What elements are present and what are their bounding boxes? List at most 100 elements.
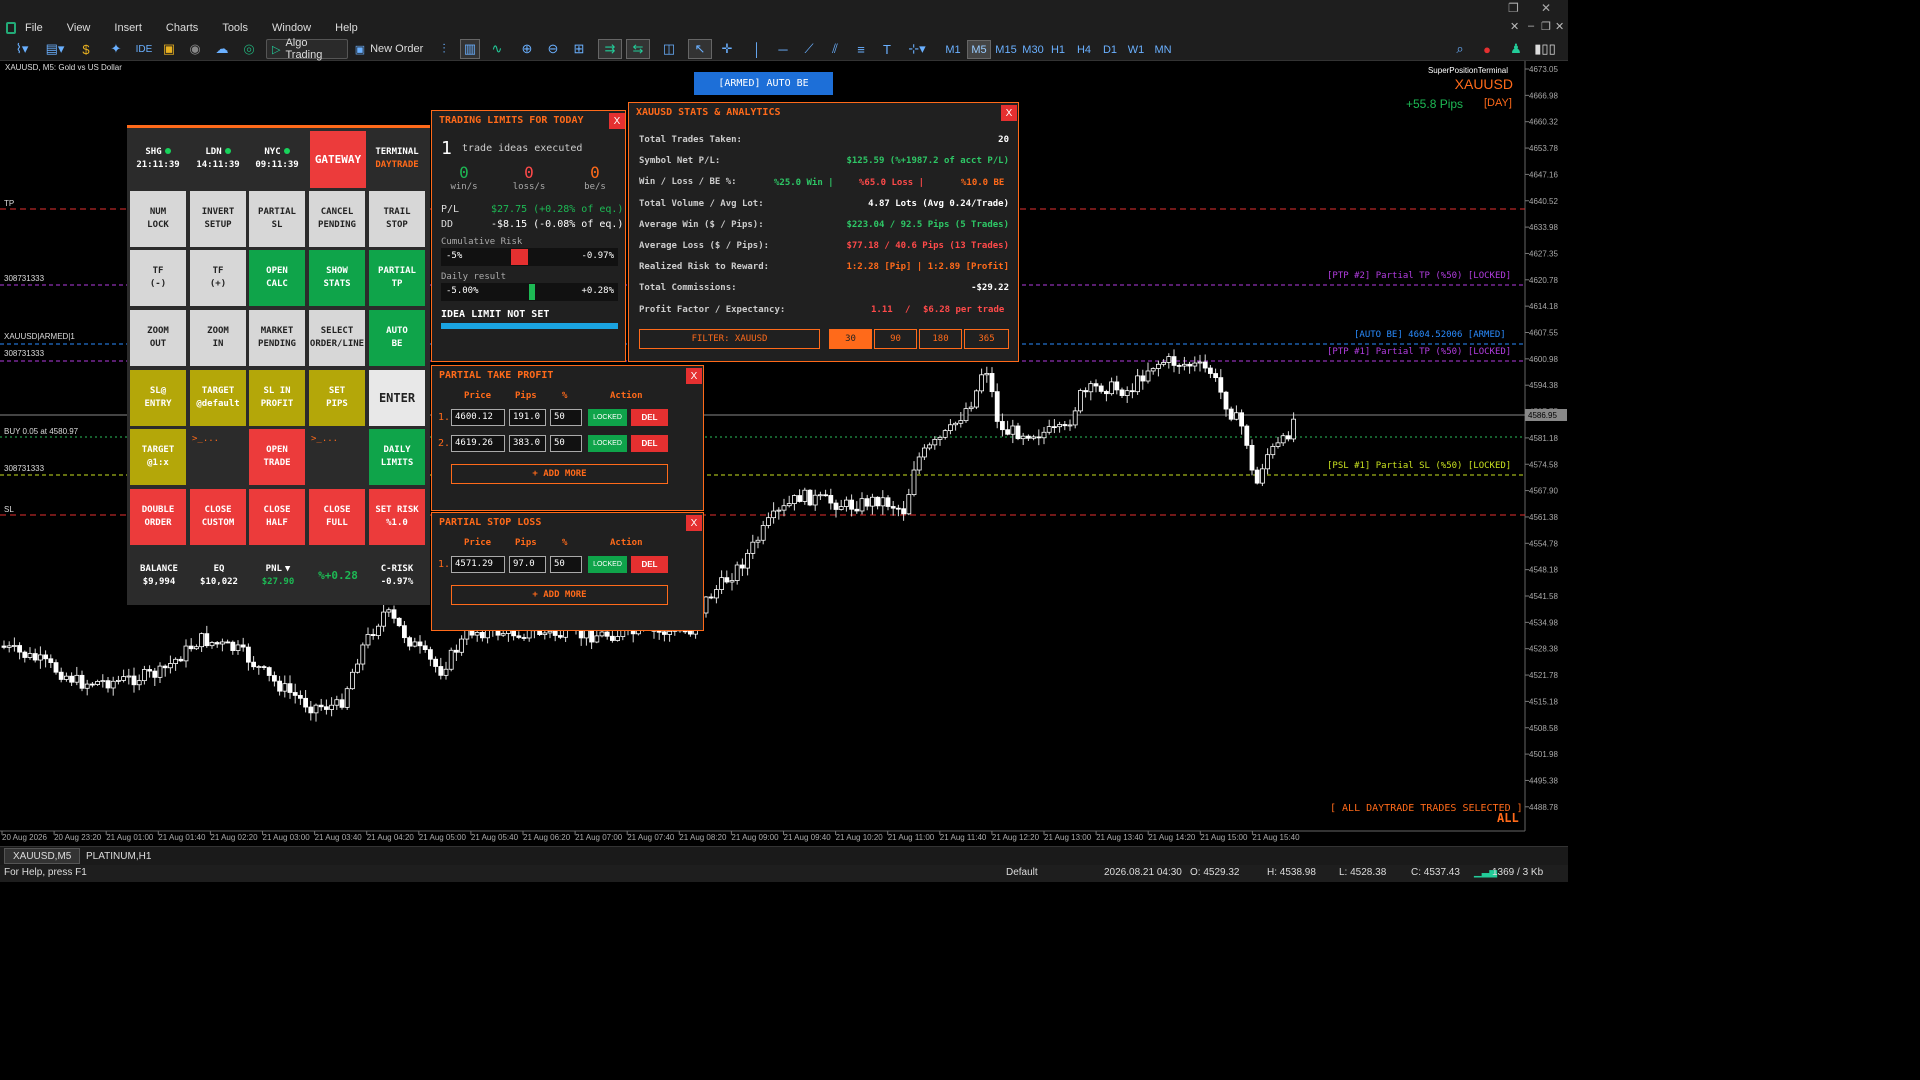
panel-button-zoom-out[interactable]: ZOOM OUT (130, 310, 186, 366)
tab-platinum-h1[interactable]: PLATINUM,H1 (78, 848, 159, 864)
period-180-button[interactable]: 180 (919, 329, 962, 349)
panel-button-close-custom[interactable]: CLOSE CUSTOM (190, 489, 246, 545)
psl-row-1-pips[interactable]: 97.0 (509, 556, 546, 573)
tf-h4[interactable]: H4 (1074, 40, 1094, 59)
tf-d1[interactable]: D1 (1100, 40, 1120, 59)
tf-m5[interactable]: M5 (967, 40, 991, 59)
notifications-icon[interactable]: ● (1478, 39, 1496, 59)
dollar-icon[interactable]: $ (78, 39, 94, 59)
panel-button-target-default[interactable]: TARGET @default (190, 370, 246, 426)
pnl-stat[interactable]: PNL ▼ $27.90 (248, 563, 308, 589)
ptp-row-2-price[interactable]: 4619.26 (451, 435, 505, 452)
text-icon[interactable]: T (878, 39, 896, 59)
panel-button-target-1-x[interactable]: TARGET @1:x (130, 429, 186, 485)
panel-button-open-trade[interactable]: OPEN TRADE (249, 429, 305, 485)
panel-button-num-lock[interactable]: NUM LOCK (130, 191, 186, 247)
panel-button-close-full[interactable]: CLOSE FULL (309, 489, 365, 545)
ptp-row-2-locked-button[interactable]: LOCKED (588, 435, 627, 452)
close-ptp-button[interactable]: X (686, 368, 702, 384)
panel-button-market-pending[interactable]: MARKET PENDING (249, 310, 305, 366)
cloud-icon[interactable]: ☁ (213, 39, 231, 59)
ptp-row-1-pips[interactable]: 191.0 (509, 409, 546, 426)
tile-icon[interactable]: ⊞ (570, 39, 588, 59)
panel-button-tf[interactable]: TF (+) (190, 250, 246, 306)
panel-button-sl-entry[interactable]: SL@ ENTRY (130, 370, 186, 426)
menu-file[interactable]: File (25, 22, 43, 34)
panel-button-partial-sl[interactable]: PARTIAL SL (249, 191, 305, 247)
panel-button-tf[interactable]: TF (-) (130, 250, 186, 306)
period-30-button[interactable]: 30 (829, 329, 872, 349)
crosshair-icon[interactable]: ✛ (718, 39, 736, 59)
psl-row-1-percent[interactable]: 50 (550, 556, 582, 573)
expert-icon[interactable]: ✦ (108, 39, 124, 59)
horizontal-line-icon[interactable]: ─ (774, 39, 792, 59)
menu-charts[interactable]: Charts (166, 22, 198, 34)
templates-icon[interactable]: ▤▾ (40, 39, 70, 59)
tf-w1[interactable]: W1 (1126, 40, 1146, 59)
panel-button-select-order-line[interactable]: SELECT ORDER/LINE (309, 310, 365, 366)
autoscroll-icon[interactable]: ⇉ (598, 39, 622, 59)
bar-chart-icon[interactable]: ⫶ (436, 39, 452, 59)
chart-shift-icon[interactable]: ⇆ (626, 39, 650, 59)
restore-icon[interactable]: ❐ (1508, 1, 1519, 15)
psl-row-1-price[interactable]: 4571.29 (451, 556, 505, 573)
restore-chart-icon[interactable]: ❐ (1541, 20, 1551, 33)
close-limits-button[interactable]: X (609, 113, 625, 129)
panel-button-partial-tp[interactable]: PARTIAL TP (369, 250, 425, 306)
gateway-button[interactable]: GATEWAY (310, 131, 366, 188)
panel-button-sl-in-profit[interactable]: SL IN PROFIT (249, 370, 305, 426)
close-window-icon[interactable]: ✕ (1541, 1, 1551, 15)
tf-h1[interactable]: H1 (1048, 40, 1068, 59)
zoom-out-icon[interactable]: ⊖ (544, 39, 562, 59)
close-psl-button[interactable]: X (686, 515, 702, 531)
tf-m15[interactable]: M15 (993, 40, 1019, 59)
psl-row-1-locked-button[interactable]: LOCKED (588, 556, 627, 573)
psl-add-more-button[interactable]: + ADD MORE (451, 585, 668, 605)
panel-button-prompt[interactable]: >_... (309, 429, 365, 485)
minimize-chart-icon[interactable]: ✕ (1510, 20, 1519, 33)
ptp-row-1-percent[interactable]: 50 (550, 409, 582, 426)
tf-m1[interactable]: M1 (942, 40, 964, 59)
new-order-button[interactable]: ▣ New Order (354, 39, 424, 59)
menu-insert[interactable]: Insert (114, 22, 142, 34)
panel-button-set-risk-1-0[interactable]: SET RISK %1.0 (369, 489, 425, 545)
period-365-button[interactable]: 365 (964, 329, 1009, 349)
ide-button[interactable]: IDE (134, 39, 154, 59)
symbol-filter-button[interactable]: FILTER: XAUUSD (639, 329, 820, 349)
ptp-add-more-button[interactable]: + ADD MORE (451, 464, 668, 484)
shapes-icon[interactable]: ⊹▾ (902, 39, 932, 59)
menu-view[interactable]: View (67, 22, 91, 34)
channel-icon[interactable]: ⫽ (826, 39, 844, 59)
signal-icon[interactable]: ◉ (186, 39, 204, 59)
panel-button-close-half[interactable]: CLOSE HALF (249, 489, 305, 545)
trendline-icon[interactable]: ⟋ (800, 39, 818, 59)
all-selector[interactable]: ALL (1497, 811, 1519, 825)
minimize-icon[interactable]: – (1528, 20, 1534, 32)
close-stats-button[interactable]: X (1001, 105, 1017, 121)
zoom-in-icon[interactable]: ⊕ (518, 39, 536, 59)
ptp-row-2-delete-button[interactable]: DEL (631, 435, 668, 452)
panel-button-auto-be[interactable]: AUTO BE (369, 310, 425, 366)
account-icon[interactable]: ♟ (1508, 39, 1524, 59)
fibonacci-icon[interactable]: ≡ (852, 39, 870, 59)
panel-button-daily-limits[interactable]: DAILY LIMITS (369, 429, 425, 485)
vps-icon[interactable]: ◎ (240, 39, 258, 59)
ptp-row-2-percent[interactable]: 50 (550, 435, 582, 452)
panel-button-prompt[interactable]: >_... (190, 429, 246, 485)
tf-mn[interactable]: MN (1152, 40, 1174, 59)
screenshot-icon[interactable]: ◫ (660, 39, 678, 59)
tab-xauusd-m5[interactable]: XAUUSD,M5 (4, 848, 81, 864)
vertical-line-icon[interactable]: │ (748, 39, 766, 59)
psl-row-1-delete-button[interactable]: DEL (631, 556, 668, 573)
panel-button-set-pips[interactable]: SET PIPS (309, 370, 365, 426)
panel-button-trail-stop[interactable]: TRAIL STOP (369, 191, 425, 247)
candles-icon[interactable]: ▥ (460, 39, 480, 59)
armed-auto-be-button[interactable]: [ARMED] AUTO BE (694, 72, 833, 95)
panel-button-enter[interactable]: ENTER (369, 370, 425, 426)
panel-button-zoom-in[interactable]: ZOOM IN (190, 310, 246, 366)
panel-button-show-stats[interactable]: SHOW STATS (309, 250, 365, 306)
line-chart-icon[interactable]: ∿ (488, 39, 506, 59)
ptp-row-1-delete-button[interactable]: DEL (631, 409, 668, 426)
period-90-button[interactable]: 90 (874, 329, 917, 349)
cursor-icon[interactable]: ↖ (688, 39, 712, 59)
